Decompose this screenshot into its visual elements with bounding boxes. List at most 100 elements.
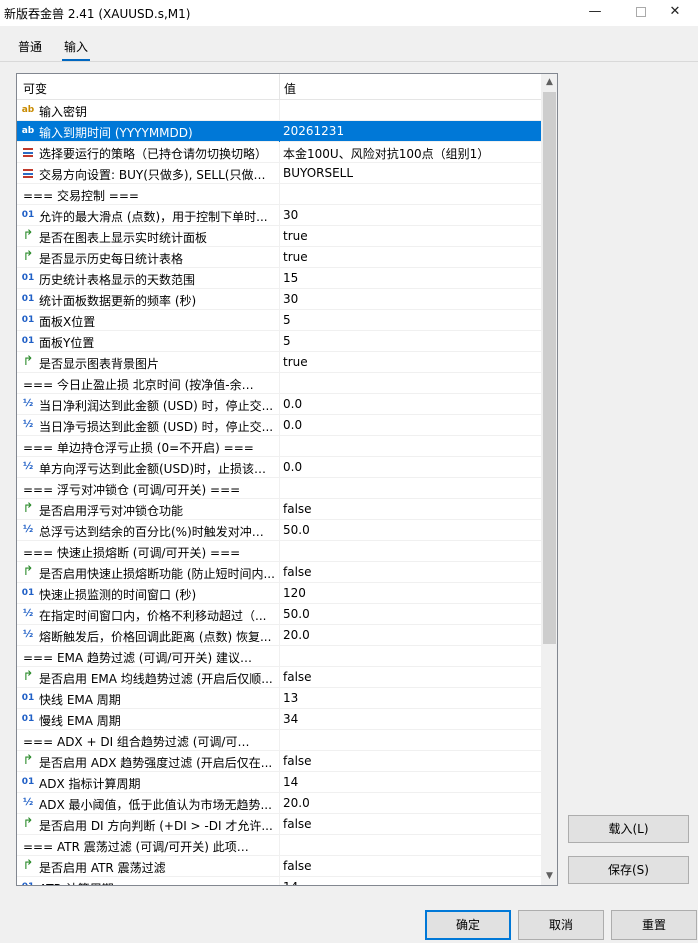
- reset-button[interactable]: 重置: [611, 910, 697, 940]
- row-value-cell[interactable]: 14: [283, 880, 537, 885]
- grid-row[interactable]: ↱ 是否启用快速止损熔断功能 (防止短时间内... false: [17, 562, 541, 583]
- double-type-icon: ½: [22, 461, 34, 472]
- row-variable-name: === EMA 趋势过滤 (可调/可开关) 建议选择...: [23, 651, 259, 665]
- row-value-cell[interactable]: 20.0: [283, 796, 537, 810]
- grid-row[interactable]: ab 输入密钥: [17, 100, 541, 121]
- grid-row[interactable]: ½ 单方向浮亏达到此金额(USD)时，止损该方... 0.0: [17, 457, 541, 478]
- grid-row[interactable]: === 单边持仓浮亏止损 (0=不开启) ===: [17, 436, 541, 457]
- grid-row[interactable]: ↱ 是否启用 ATR 震荡过滤 false: [17, 856, 541, 877]
- column-divider[interactable]: [279, 74, 280, 100]
- grid-row[interactable]: 选择要运行的策略（已持仓请勿切换切略） 本金100U、风险对抗100点（组别1）: [17, 142, 541, 163]
- grid-row[interactable]: ↱ 是否启用 EMA 均线趋势过滤 (开启后仅顺... false: [17, 667, 541, 688]
- row-value-cell[interactable]: 13: [283, 691, 537, 705]
- row-value-cell[interactable]: true: [283, 229, 537, 243]
- grid-row[interactable]: 01 面板Y位置 5: [17, 331, 541, 352]
- grid-row[interactable]: === ADX + DI 组合趋势过滤 (可调/可开关) ...: [17, 730, 541, 751]
- grid-row[interactable]: === 快速止损熔断 (可调/可开关) ===: [17, 541, 541, 562]
- row-value-cell[interactable]: 5: [283, 313, 537, 327]
- row-value-cell[interactable]: false: [283, 670, 537, 684]
- row-value-cell[interactable]: false: [283, 502, 537, 516]
- row-value-cell[interactable]: false: [283, 817, 537, 831]
- row-value-cell[interactable]: 34: [283, 712, 537, 726]
- row-value-cell[interactable]: 20261231: [283, 124, 537, 138]
- close-button[interactable]: ✕: [652, 0, 698, 26]
- grid-row[interactable]: 01 历史统计表格显示的天数范围 15: [17, 268, 541, 289]
- ok-button[interactable]: 确定: [425, 910, 511, 940]
- grid-row[interactable]: === ATR 震荡过滤 (可调/可开关) 此项为单...: [17, 835, 541, 856]
- grid-row[interactable]: 01 面板X位置 5: [17, 310, 541, 331]
- cancel-button[interactable]: 取消: [518, 910, 604, 940]
- grid-row[interactable]: === 交易控制 ===: [17, 184, 541, 205]
- grid-row[interactable]: ↱ 是否显示历史每日统计表格 true: [17, 247, 541, 268]
- vertical-scrollbar[interactable]: ▲ ▼: [541, 74, 557, 885]
- row-variable-name: 是否启用 ATR 震荡过滤: [39, 861, 166, 875]
- grid-row[interactable]: === 今日止盈止损 北京时间 (按净值-余额计...: [17, 373, 541, 394]
- grid-row[interactable]: ½ 在指定时间窗口内，价格不利移动超过（... 50.0: [17, 604, 541, 625]
- minimize-button[interactable]: —: [572, 0, 618, 26]
- row-value-cell[interactable]: false: [283, 565, 537, 579]
- grid-row[interactable]: ½ 熔断触发后，价格回调此距离 (点数) 恢复... 20.0: [17, 625, 541, 646]
- grid-row[interactable]: ↱ 是否在图表上显示实时统计面板 true: [17, 226, 541, 247]
- grid-row[interactable]: ab 输入到期时间 (YYYYMMDD) 20261231: [17, 121, 541, 142]
- row-variable-name: === 浮亏对冲锁仓 (可调/可开关) ===: [23, 483, 241, 497]
- grid-row[interactable]: ↱ 是否启用浮亏对冲锁仓功能 false: [17, 499, 541, 520]
- grid-row[interactable]: 01 快速止损监测的时间窗口 (秒) 120: [17, 583, 541, 604]
- save-button[interactable]: 保存(S): [568, 856, 689, 884]
- row-value-cell[interactable]: 0.0: [283, 418, 537, 432]
- scrollbar-thumb[interactable]: [543, 92, 556, 644]
- row-value-cell[interactable]: false: [283, 754, 537, 768]
- row-value-cell[interactable]: 14: [283, 775, 537, 789]
- enum-type-icon: [20, 166, 36, 180]
- row-value-cell[interactable]: 5: [283, 334, 537, 348]
- tab-inputs[interactable]: 输入: [61, 38, 91, 61]
- grid-row[interactable]: ↱ 是否启用 ADX 趋势强度过滤 (开启后仅在... false: [17, 751, 541, 772]
- grid-row[interactable]: ½ 当日净亏损达到此金额 (USD) 时，停止交... 0.0: [17, 415, 541, 436]
- scroll-down-arrow-icon[interactable]: ▼: [541, 868, 557, 885]
- row-value-cell[interactable]: true: [283, 355, 537, 369]
- grid-row[interactable]: 01 允许的最大滑点 (点数)，用于控制下单时... 30: [17, 205, 541, 226]
- load-button[interactable]: 载入(L): [568, 815, 689, 843]
- grid-row[interactable]: ½ ADX 最小阈值，低于此值认为市场无趋势... 20.0: [17, 793, 541, 814]
- grid-row[interactable]: === 浮亏对冲锁仓 (可调/可开关) ===: [17, 478, 541, 499]
- row-value-cell[interactable]: 20.0: [283, 628, 537, 642]
- scroll-up-arrow-icon[interactable]: ▲: [541, 74, 557, 91]
- row-variable-name: 是否启用快速止损熔断功能 (防止短时间内...: [39, 567, 275, 581]
- grid-row[interactable]: 01 统计面板数据更新的频率 (秒) 30: [17, 289, 541, 310]
- row-value-cell[interactable]: 0.0: [283, 460, 537, 474]
- grid-row[interactable]: ½ 当日净利润达到此金额 (USD) 时，停止交... 0.0: [17, 394, 541, 415]
- row-value-cell[interactable]: 50.0: [283, 523, 537, 537]
- grid-row[interactable]: ↱ 是否启用 DI 方向判断 (+DI > -DI 才允许... false: [17, 814, 541, 835]
- grid-row[interactable]: === EMA 趋势过滤 (可调/可开关) 建议选择...: [17, 646, 541, 667]
- row-divider: [279, 289, 280, 310]
- column-header-value[interactable]: 值: [284, 80, 296, 97]
- grid-row[interactable]: 01 ADX 指标计算周期 14: [17, 772, 541, 793]
- grid-row[interactable]: ↱ 是否显示图表背景图片 true: [17, 352, 541, 373]
- row-variable-name: 统计面板数据更新的频率 (秒): [39, 294, 197, 308]
- grid-row[interactable]: ½ 总浮亏达到结余的百分比(%)时触发对冲锁仓 50.0: [17, 520, 541, 541]
- boolean-type-icon: ↱: [22, 354, 34, 369]
- grid-row[interactable]: 01 快线 EMA 周期 13: [17, 688, 541, 709]
- row-variable-name: 快速止损监测的时间窗口 (秒): [39, 588, 197, 602]
- grid-row[interactable]: 01 慢线 EMA 周期 34: [17, 709, 541, 730]
- tab-common[interactable]: 普通: [18, 38, 42, 55]
- row-value-cell[interactable]: 50.0: [283, 607, 537, 621]
- row-divider: [279, 562, 280, 583]
- row-value-cell[interactable]: 0.0: [283, 397, 537, 411]
- row-divider: [279, 625, 280, 646]
- row-divider: [279, 205, 280, 226]
- row-divider: [279, 751, 280, 772]
- row-value-cell[interactable]: true: [283, 250, 537, 264]
- row-value-cell[interactable]: false: [283, 859, 537, 873]
- row-value-cell[interactable]: 15: [283, 271, 537, 285]
- column-header-variable[interactable]: 可变: [23, 80, 47, 97]
- row-value-cell[interactable]: 本金100U、风险对抗100点（组别1）: [283, 145, 537, 162]
- row-variable-name: 熔断触发后，价格回调此距离 (点数) 恢复...: [39, 630, 272, 644]
- row-value-cell[interactable]: 120: [283, 586, 537, 600]
- row-value-cell[interactable]: BUYORSELL: [283, 166, 537, 180]
- row-value-cell[interactable]: 30: [283, 292, 537, 306]
- integer-type-icon: 01: [21, 588, 35, 598]
- boolean-type-icon: ↱: [22, 816, 34, 831]
- grid-row[interactable]: 01ATR 计算周期 14: [17, 877, 541, 885]
- grid-row[interactable]: 交易方向设置: BUY(只做多), SELL(只做空... BUYORSELL: [17, 163, 541, 184]
- row-value-cell[interactable]: 30: [283, 208, 537, 222]
